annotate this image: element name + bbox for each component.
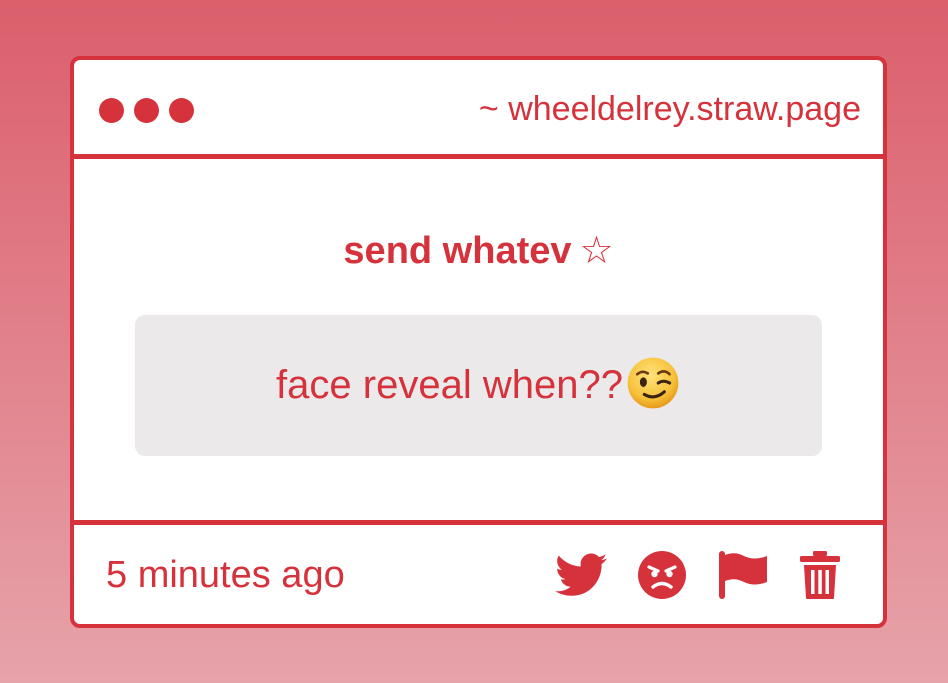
card-footer: 5 minutes ago xyxy=(74,525,883,624)
star-icon: ☆ xyxy=(579,230,614,272)
prompt-text: send whatev xyxy=(343,230,572,272)
window-dot xyxy=(99,98,124,123)
message-card: ~ wheeldelrey.straw.page send whatev ☆ fa… xyxy=(70,56,887,628)
window-titlebar: ~ wheeldelrey.straw.page xyxy=(74,60,883,159)
window-dots xyxy=(99,98,194,123)
message-bubble: face reveal when?? xyxy=(135,315,822,456)
angry-face-icon[interactable] xyxy=(637,550,687,600)
action-bar xyxy=(555,549,841,601)
winking-face-icon xyxy=(627,357,679,409)
window-dot xyxy=(169,98,194,123)
window-dot xyxy=(134,98,159,123)
message-body: face reveal when?? xyxy=(276,362,623,407)
twitter-icon[interactable] xyxy=(555,553,607,597)
trash-icon[interactable] xyxy=(799,550,841,600)
message-text: face reveal when?? xyxy=(276,357,681,411)
timestamp: 5 minutes ago xyxy=(106,554,345,596)
flag-icon[interactable] xyxy=(717,549,769,601)
card-body: send whatev ☆ face reveal when?? xyxy=(74,159,883,525)
prompt-title: send whatev ☆ xyxy=(74,227,883,275)
page-url[interactable]: ~ wheeldelrey.straw.page xyxy=(479,87,861,131)
